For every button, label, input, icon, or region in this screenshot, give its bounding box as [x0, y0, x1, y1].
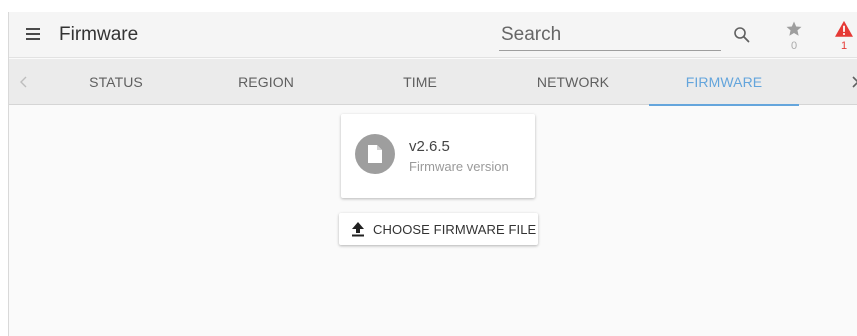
firmware-version: v2.6.5	[409, 138, 450, 155]
choose-firmware-file-button[interactable]: CHOOSE FIRMWARE FILE	[339, 213, 538, 245]
search-input[interactable]	[499, 21, 721, 51]
chevron-right-icon[interactable]	[847, 72, 857, 92]
favorites-count: 0	[790, 40, 798, 52]
alerts-count: 1	[840, 40, 848, 52]
chevron-left-icon[interactable]	[15, 72, 33, 92]
alerts-button[interactable]: 1	[833, 18, 855, 54]
tab-time[interactable]: TIME	[345, 59, 495, 105]
firmware-card: v2.6.5 Firmware version	[341, 114, 535, 198]
warning-icon	[835, 20, 853, 37]
star-icon	[786, 21, 802, 36]
tab-status[interactable]: STATUS	[41, 59, 191, 105]
page-title: Firmware	[59, 24, 139, 45]
tab-bar: STATUS REGION TIME NETWORK FIRMWARE	[9, 59, 857, 106]
firmware-version-label: Firmware version	[409, 159, 509, 174]
app-frame: Firmware 0 1	[8, 12, 857, 336]
tab-region[interactable]: REGION	[191, 59, 341, 105]
file-icon	[355, 134, 395, 174]
app-bar: Firmware 0 1	[9, 12, 857, 58]
upload-icon	[352, 222, 364, 237]
tab-firmware[interactable]: FIRMWARE	[649, 59, 799, 106]
menu-icon[interactable]	[23, 24, 45, 46]
choose-firmware-file-label: CHOOSE FIRMWARE FILE	[373, 222, 537, 237]
favorites-button[interactable]: 0	[783, 18, 805, 54]
search-icon[interactable]	[733, 26, 751, 44]
tab-network[interactable]: NETWORK	[498, 59, 648, 105]
